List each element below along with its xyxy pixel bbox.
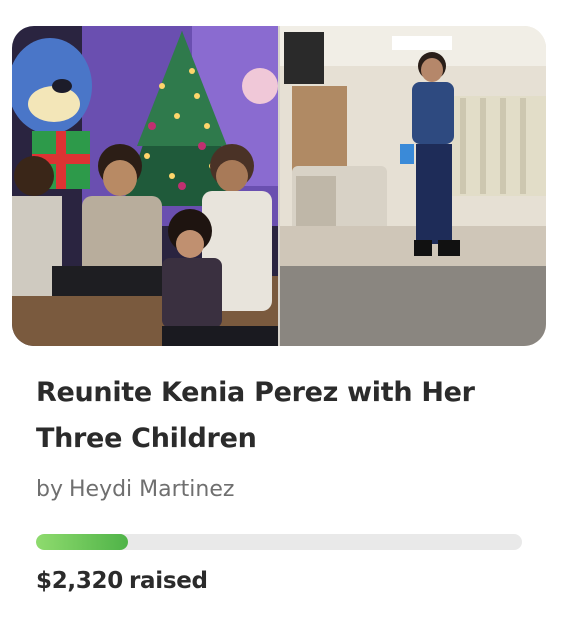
funding-progress-bar <box>36 534 522 550</box>
family-photo <box>12 26 282 346</box>
organizer-byline: by Heydi Martinez <box>36 475 234 505</box>
funding-progress-fill <box>36 534 129 550</box>
organizer-name: Heydi Martinez <box>68 477 235 502</box>
byline-prefix: by <box>36 477 63 502</box>
raised-amount: $2,320 raised <box>36 568 208 594</box>
hospital-photo <box>280 26 546 346</box>
raised-label: raised <box>128 568 208 594</box>
raised-value: $2,320 <box>36 568 123 594</box>
campaign-title[interactable]: Reunite Kenia Perez with Her Three Child… <box>36 370 526 462</box>
fundraiser-card[interactable]: Reunite Kenia Perez with Her Three Child… <box>0 0 564 626</box>
campaign-cover-image[interactable] <box>12 26 546 346</box>
